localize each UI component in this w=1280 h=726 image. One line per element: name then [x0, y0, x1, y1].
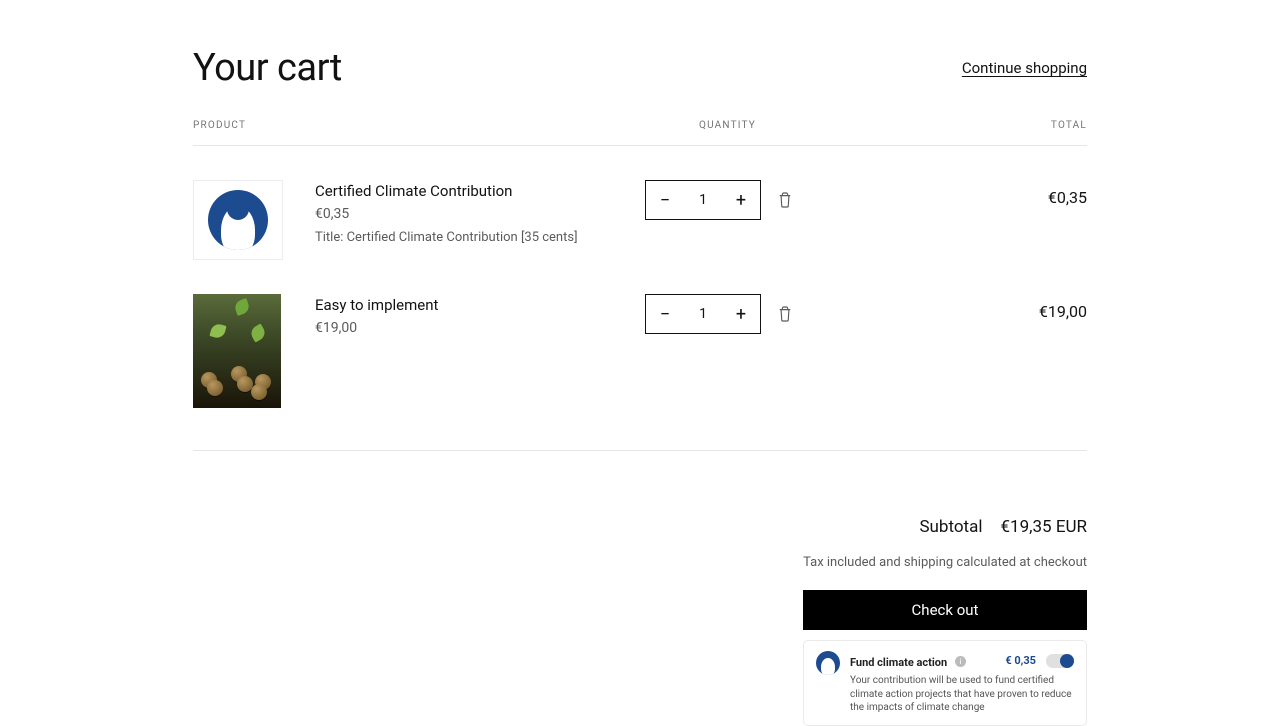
product-name[interactable]: Easy to implement — [315, 296, 613, 314]
column-total: TOTAL — [937, 120, 1087, 131]
penguin-icon — [816, 651, 840, 675]
penguin-icon — [208, 190, 268, 250]
line-total: €19,00 — [937, 294, 1087, 321]
quantity-stepper: − 1 + — [645, 180, 761, 220]
climate-toggle[interactable] — [1046, 654, 1074, 668]
checkout-button[interactable]: Check out — [803, 590, 1087, 630]
product-info: Easy to implement €19,00 — [315, 294, 613, 344]
cart-header: Your cart Continue shopping — [193, 46, 1087, 90]
trash-icon — [778, 306, 792, 322]
divider — [193, 450, 1087, 451]
climate-title: Fund climate action — [850, 656, 947, 669]
climate-amount: € 0,35 — [1005, 654, 1036, 667]
product-info: Certified Climate Contribution €0,35 Tit… — [315, 180, 613, 245]
cart-columns: PRODUCT QUANTITY TOTAL — [193, 120, 1087, 146]
info-icon[interactable]: i — [955, 656, 966, 667]
product-image — [193, 294, 281, 408]
continue-shopping-link[interactable]: Continue shopping — [962, 59, 1087, 77]
trash-icon — [778, 192, 792, 208]
product-name[interactable]: Certified Climate Contribution — [315, 182, 613, 200]
column-quantity: QUANTITY — [677, 120, 937, 131]
subtotal-value: €19,35 EUR — [1001, 517, 1088, 537]
quantity-stepper: − 1 + — [645, 294, 761, 334]
climate-description: Your contribution will be used to fund c… — [850, 674, 1074, 715]
subtotal-row: Subtotal €19,35 EUR — [193, 517, 1087, 537]
quantity-value[interactable]: 1 — [684, 306, 722, 322]
cart-row: Certified Climate Contribution €0,35 Tit… — [193, 146, 1087, 294]
page-title: Your cart — [193, 46, 342, 90]
decrease-button[interactable]: − — [646, 295, 684, 333]
cart-row: Easy to implement €19,00 − 1 + €19,00 — [193, 294, 1087, 442]
increase-button[interactable]: + — [722, 295, 760, 333]
increase-button[interactable]: + — [722, 181, 760, 219]
quantity-value[interactable]: 1 — [684, 192, 722, 208]
line-total: €0,35 — [937, 180, 1087, 207]
product-price: €19,00 — [315, 320, 613, 336]
remove-button[interactable] — [777, 294, 793, 334]
product-image — [193, 180, 283, 260]
column-product: PRODUCT — [193, 120, 677, 131]
subtotal-label: Subtotal — [919, 517, 982, 537]
product-variant: Title: Certified Climate Contribution [3… — [315, 230, 613, 245]
product-price: €0,35 — [315, 206, 613, 222]
remove-button[interactable] — [777, 180, 793, 220]
tax-note: Tax included and shipping calculated at … — [193, 555, 1087, 570]
climate-widget: Fund climate action i € 0,35 Your contri… — [803, 640, 1087, 726]
decrease-button[interactable]: − — [646, 181, 684, 219]
